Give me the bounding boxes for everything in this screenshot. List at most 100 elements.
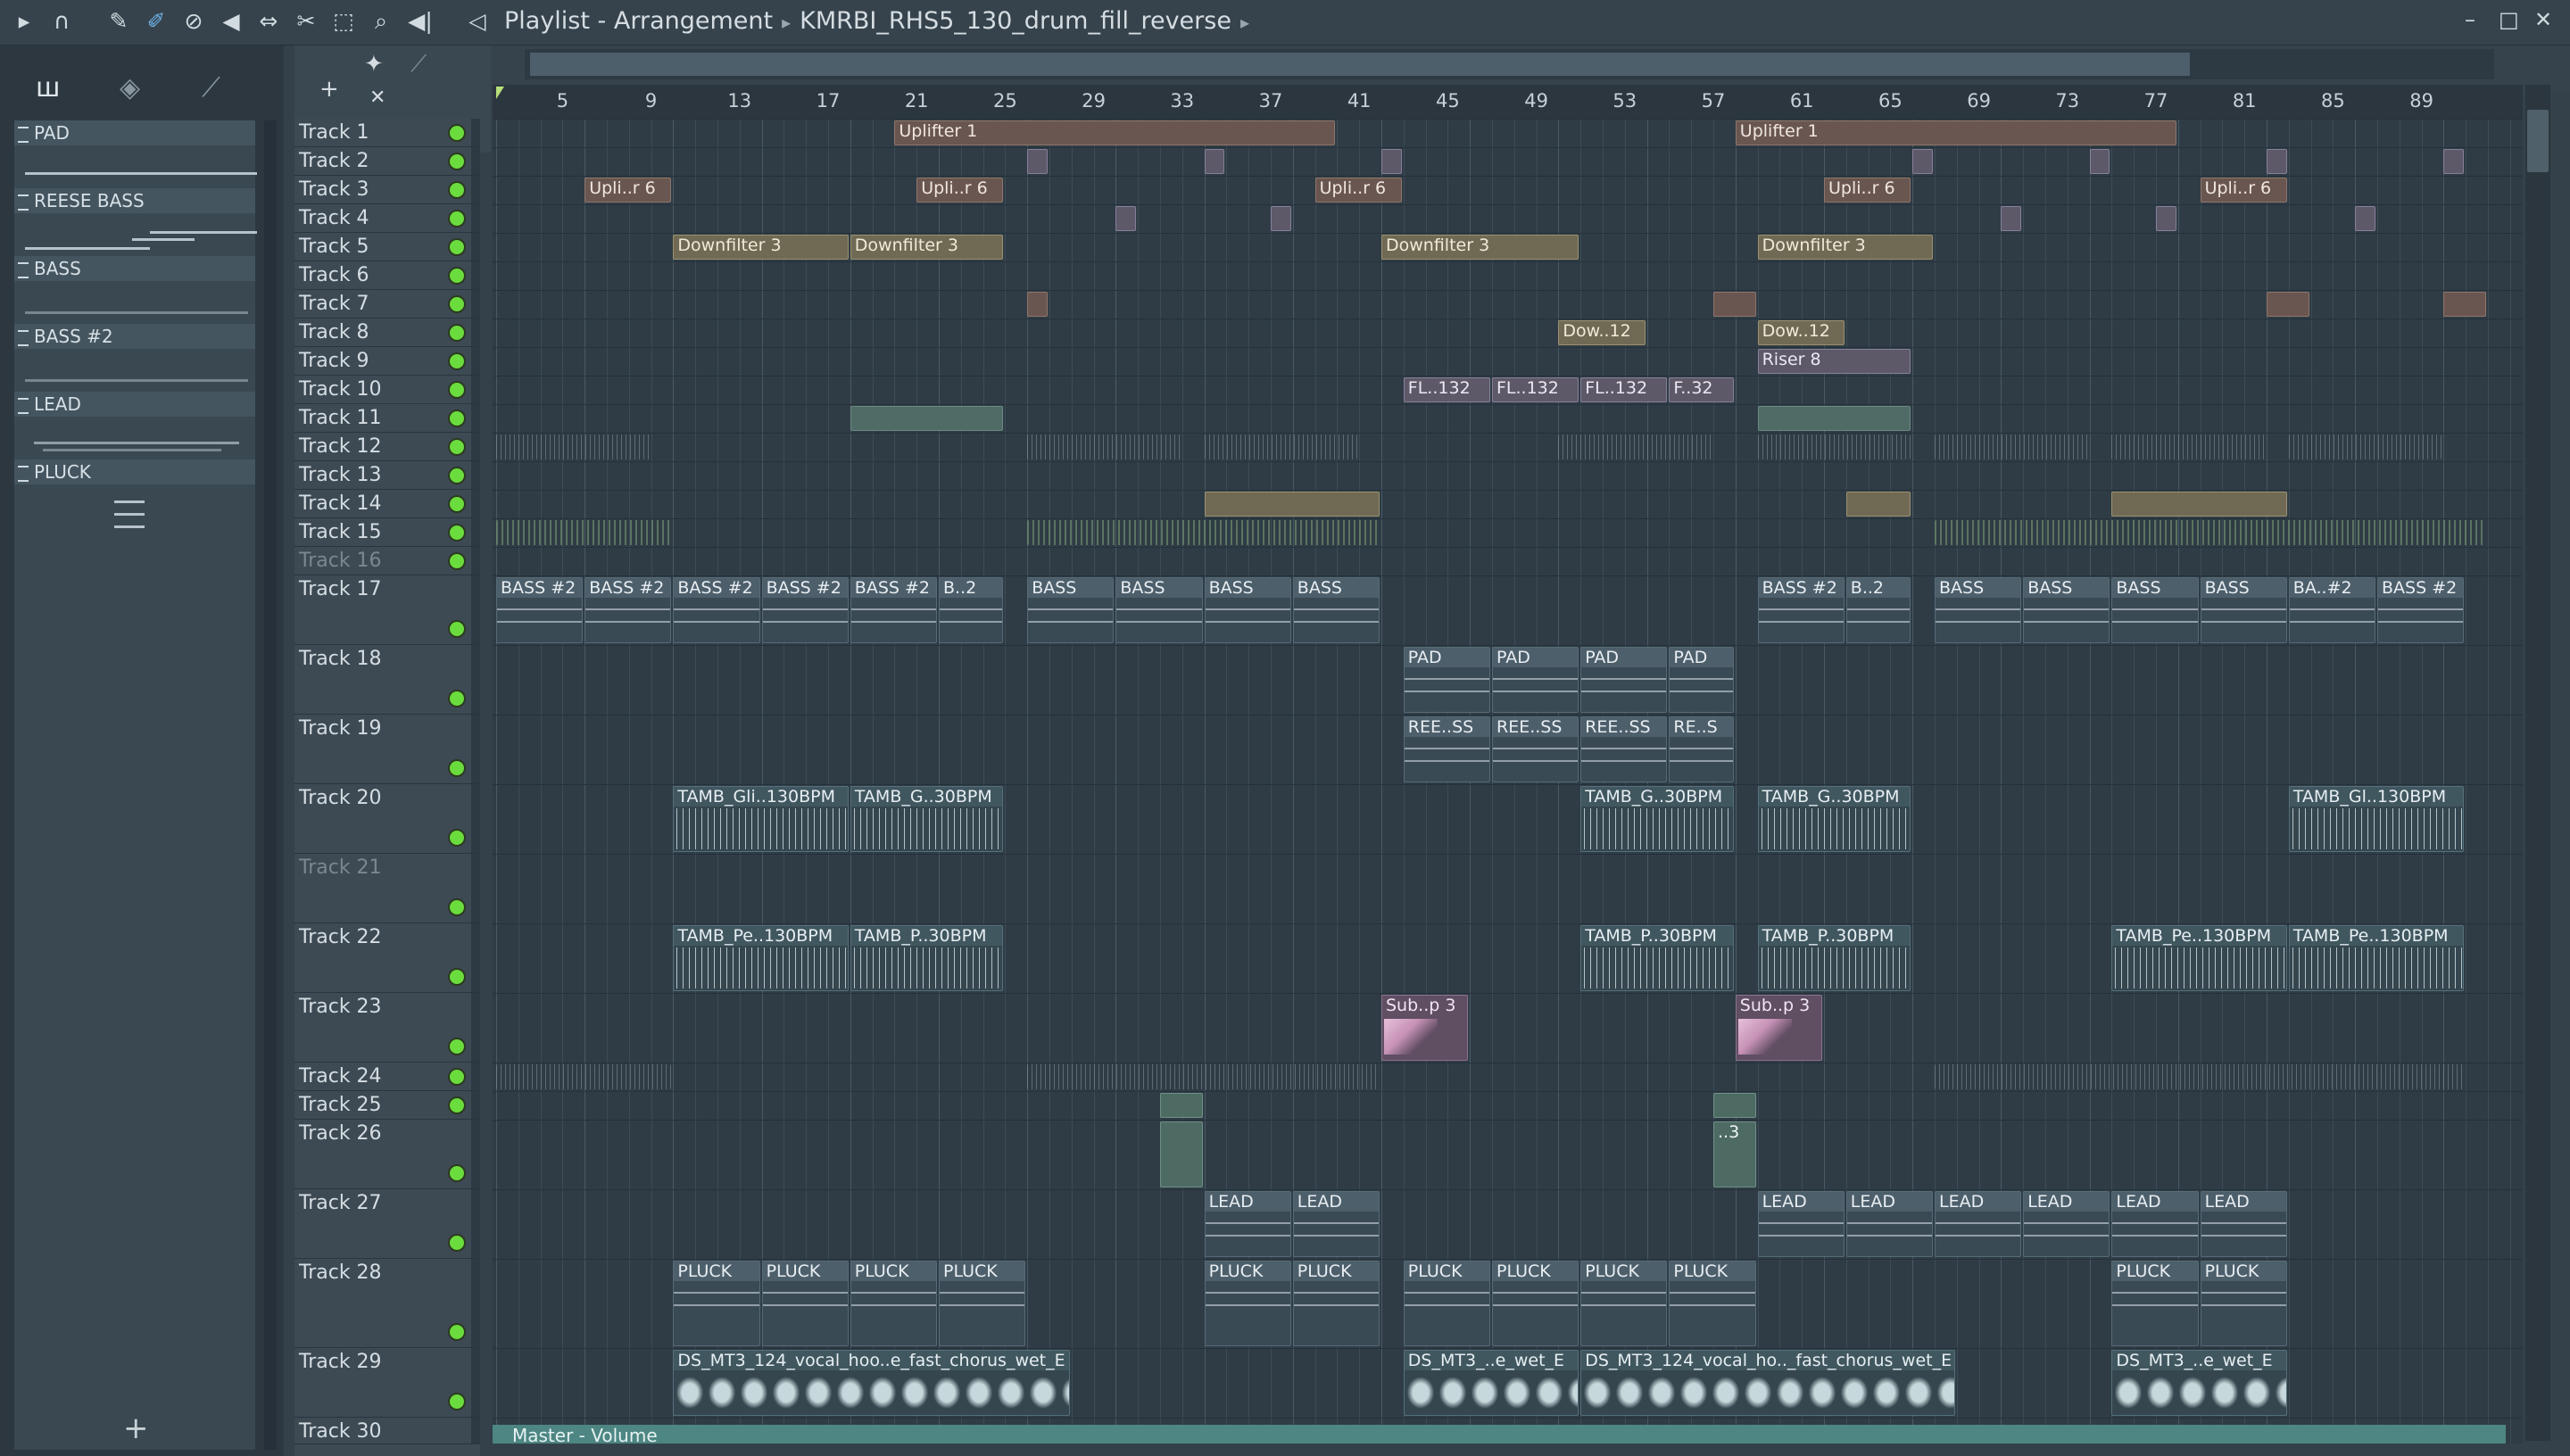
track-resize-grip[interactable] bbox=[471, 547, 480, 575]
track-resize-grip[interactable] bbox=[471, 1348, 480, 1417]
clip-pluck-6[interactable]: PLUCK bbox=[1292, 1261, 1380, 1346]
clip-block[interactable] bbox=[1027, 292, 1048, 317]
clip-tamb-gl-2[interactable]: TAMB_G..30BPM bbox=[850, 786, 1004, 852]
clip-pluck-12[interactable]: PLUCK bbox=[2200, 1261, 2287, 1346]
clip-pad-2[interactable]: PAD bbox=[1492, 647, 1579, 713]
track-enable-led[interactable] bbox=[448, 124, 466, 142]
track-enable-led[interactable] bbox=[448, 1068, 466, 1086]
clip-pluck-10[interactable]: PLUCK bbox=[1669, 1261, 1756, 1346]
track-enable-led[interactable] bbox=[448, 267, 466, 285]
track-enable-led[interactable] bbox=[448, 1323, 466, 1341]
clip-dow-2[interactable]: Dow..12 bbox=[1757, 320, 1845, 345]
track-resize-grip[interactable] bbox=[471, 176, 480, 203]
track-resize-grip[interactable] bbox=[471, 518, 480, 546]
clip-bass2-5[interactable]: BASS #2 bbox=[850, 577, 937, 643]
clip-ree-3[interactable]: REE..SS bbox=[1580, 716, 1668, 782]
clip-riser[interactable]: Riser 8 bbox=[1757, 349, 1911, 374]
clip-b2-short[interactable]: B..2 bbox=[939, 577, 1004, 643]
clip-lead-6[interactable]: LEAD bbox=[2023, 1191, 2110, 1257]
select-icon[interactable]: ⬚ bbox=[330, 8, 357, 35]
track-header[interactable]: Track 21 bbox=[294, 854, 480, 923]
track-header[interactable]: Track 16 bbox=[294, 547, 480, 575]
clip-downfilter-1[interactable]: Downfilter 3 bbox=[673, 235, 849, 260]
track-header[interactable]: Track 6 bbox=[294, 261, 480, 290]
clip-pad-3[interactable]: PAD bbox=[1580, 647, 1668, 713]
track-enable-led[interactable] bbox=[448, 1234, 466, 1252]
track-header[interactable]: Track 12 bbox=[294, 433, 480, 461]
track-header[interactable]: Track 26 bbox=[294, 1120, 480, 1189]
clip-block[interactable] bbox=[2156, 206, 2176, 231]
pattern-item-bass-2[interactable]: BASS #2 bbox=[14, 324, 255, 392]
audio-wave-icon[interactable]: ◈ bbox=[120, 72, 140, 103]
clip-pluck-8[interactable]: PLUCK bbox=[1492, 1261, 1579, 1346]
slip-icon[interactable]: ⇔ bbox=[255, 8, 282, 35]
track-enable-led[interactable] bbox=[448, 524, 466, 542]
automation-icon[interactable]: ⟋ bbox=[202, 72, 220, 103]
clip-block[interactable] bbox=[1757, 434, 1911, 459]
clip-block[interactable] bbox=[496, 434, 650, 459]
track-resize-grip[interactable] bbox=[471, 347, 480, 375]
track-resize-grip[interactable] bbox=[471, 147, 480, 175]
clip-pluck-5[interactable]: PLUCK bbox=[1204, 1261, 1291, 1346]
track-enable-led[interactable] bbox=[448, 829, 466, 847]
clip-bass2-4[interactable]: BASS #2 bbox=[761, 577, 849, 643]
clip-downfilter-4[interactable]: Downfilter 3 bbox=[1757, 235, 1933, 260]
clip-block[interactable] bbox=[496, 1064, 672, 1089]
breadcrumb-file[interactable]: KMRBI_RHS5_130_drum_fill_reverse bbox=[800, 7, 1231, 35]
track-header[interactable]: Track 14 bbox=[294, 490, 480, 518]
playlist-grid[interactable]: Uplifter 1 Uplifter 1 Upli..r 6 Upli..r 6 Up… bbox=[493, 119, 2523, 1444]
track-resize-grip[interactable] bbox=[471, 119, 480, 146]
track-enable-led[interactable] bbox=[448, 324, 466, 342]
track-enable-led[interactable] bbox=[448, 1164, 466, 1182]
track-resize-grip[interactable] bbox=[471, 461, 480, 489]
clip-ba2[interactable]: BA..#2 bbox=[2288, 577, 2375, 643]
clip-bass-5[interactable]: BASS bbox=[1935, 577, 2022, 643]
track-resize-grip[interactable] bbox=[471, 784, 480, 853]
track-header[interactable]: Track 9 bbox=[294, 347, 480, 376]
track-enable-led[interactable] bbox=[448, 898, 466, 916]
track-enable-led[interactable] bbox=[448, 1038, 466, 1055]
track-enable-led[interactable] bbox=[448, 181, 466, 199]
pattern-item-pad[interactable]: PAD bbox=[14, 120, 257, 188]
clip-pluck-3[interactable]: PLUCK bbox=[850, 1261, 937, 1346]
clip-upli-5[interactable]: Upli..r 6 bbox=[2200, 178, 2287, 203]
track-enable-led[interactable] bbox=[448, 438, 466, 456]
clip-bass-8[interactable]: BASS bbox=[2200, 577, 2287, 643]
clip-sub-2[interactable]: Sub..p 3 bbox=[1735, 995, 1822, 1061]
track-resize-grip[interactable] bbox=[471, 433, 480, 460]
clip-block[interactable] bbox=[1160, 1121, 1203, 1187]
clip-pluck-1[interactable]: PLUCK bbox=[673, 1261, 760, 1346]
clip-lead-3[interactable]: LEAD bbox=[1757, 1191, 1845, 1257]
track-header[interactable]: Track 1 bbox=[294, 119, 480, 147]
clip-bass-1[interactable]: BASS bbox=[1027, 577, 1115, 643]
track-enable-led[interactable] bbox=[448, 238, 466, 256]
clip-vocal-2[interactable]: DS_MT3_..e_wet_E bbox=[1403, 1350, 1579, 1416]
clip-bass2-3[interactable]: BASS #2 bbox=[673, 577, 760, 643]
clip-downfilter-3[interactable]: Downfilter 3 bbox=[1381, 235, 1579, 260]
clip-fx-short[interactable]: ..3 bbox=[1713, 1121, 1756, 1187]
track-header[interactable]: Track 4 bbox=[294, 204, 480, 233]
clip-block[interactable] bbox=[850, 406, 1004, 431]
piano-roll-icon[interactable]: ш bbox=[36, 72, 60, 103]
track-resize-grip[interactable] bbox=[471, 233, 480, 261]
clip-block[interactable] bbox=[1204, 434, 1358, 459]
clip-block[interactable] bbox=[2288, 434, 2442, 459]
track-header[interactable]: Track 11 bbox=[294, 404, 480, 433]
clip-block[interactable] bbox=[1935, 520, 2486, 545]
clip-lead-7[interactable]: LEAD bbox=[2111, 1191, 2199, 1257]
clip-block[interactable] bbox=[2001, 206, 2022, 231]
clip-block[interactable] bbox=[1115, 206, 1137, 231]
track-resize-grip[interactable] bbox=[471, 1120, 480, 1188]
playhead-marker[interactable] bbox=[496, 87, 504, 99]
pattern-item-bass[interactable]: BASS bbox=[14, 256, 255, 324]
track-resize-grip[interactable] bbox=[471, 318, 480, 346]
delete-icon[interactable]: ⊘ bbox=[180, 8, 207, 35]
track-header[interactable]: Track 19 bbox=[294, 715, 480, 784]
track-header[interactable]: Track 2 bbox=[294, 147, 480, 176]
track-resize-grip[interactable] bbox=[471, 993, 480, 1062]
clip-uplifter-b[interactable]: Uplifter 1 bbox=[1735, 120, 2176, 145]
clip-block[interactable] bbox=[1757, 406, 1911, 431]
clip-bass2-2[interactable]: BASS #2 bbox=[584, 577, 672, 643]
clip-block[interactable] bbox=[1713, 1093, 1756, 1118]
clip-fl-2[interactable]: FL..132 bbox=[1492, 377, 1579, 402]
